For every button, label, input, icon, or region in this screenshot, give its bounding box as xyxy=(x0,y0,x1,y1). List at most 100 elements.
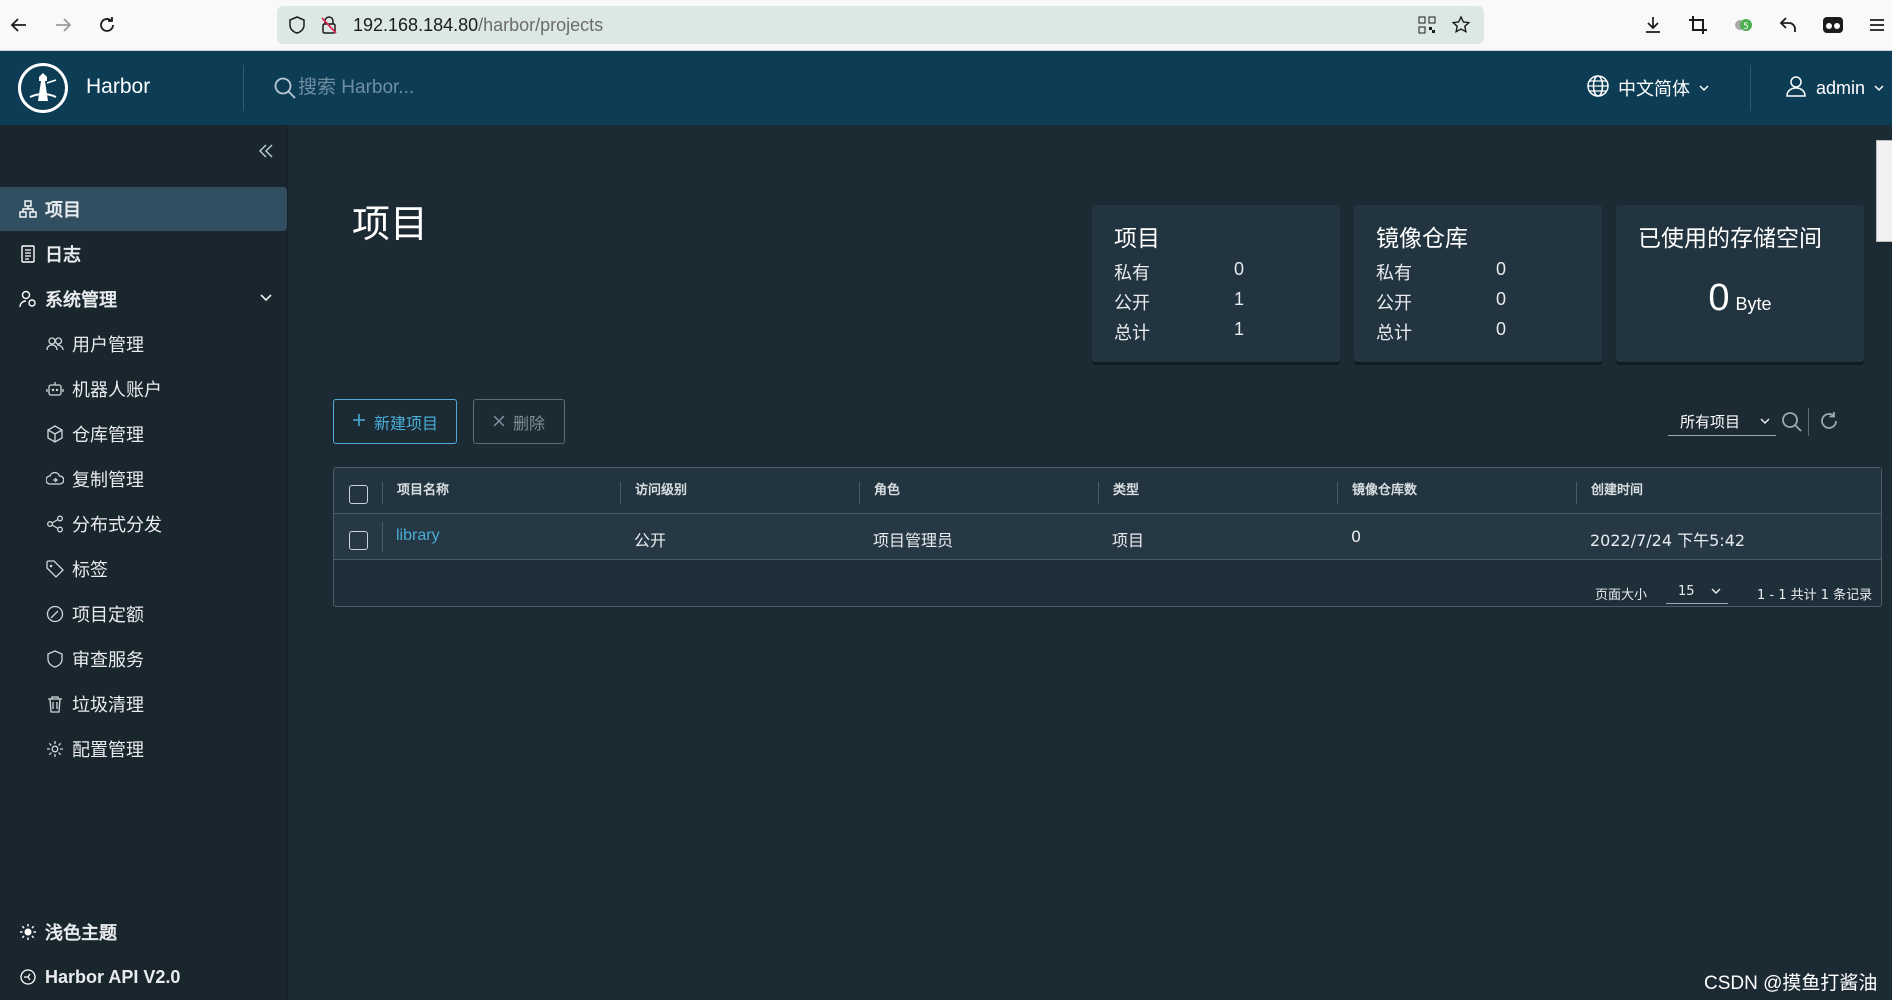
sidebar-item-replications[interactable]: 复制管理 xyxy=(0,457,288,501)
sidebar-item-logs[interactable]: 日志 xyxy=(0,232,288,276)
sidebar-item-registries[interactable]: 仓库管理 xyxy=(0,412,288,456)
sidebar-item-configuration[interactable]: 配置管理 xyxy=(0,727,288,771)
pagination-summary: 1 - 1 共计 1 条记录 xyxy=(1757,588,1873,603)
sidebar-item-label: 分布式分发 xyxy=(72,515,162,536)
theme-label: 浅色主题 xyxy=(45,923,117,944)
user-menu[interactable]: admin xyxy=(1784,73,1885,103)
tag-icon xyxy=(44,558,66,580)
app-title[interactable]: Harbor xyxy=(86,75,150,99)
menu-icon[interactable] xyxy=(1864,12,1890,38)
sidebar-item-label: 垃圾清理 xyxy=(72,695,144,716)
username: admin xyxy=(1816,77,1866,98)
sidebar-item-labels[interactable]: 标签 xyxy=(0,547,288,591)
extension-icon[interactable]: 5 xyxy=(1730,12,1756,38)
card-row-value: 1 xyxy=(1234,289,1245,309)
projects-icon xyxy=(17,198,39,220)
row-checkbox[interactable] xyxy=(349,531,368,550)
url-host: 192.168.184.80 xyxy=(353,15,479,35)
svg-text:5: 5 xyxy=(1743,22,1749,32)
global-search-input[interactable] xyxy=(298,68,898,108)
logs-icon xyxy=(17,243,39,265)
forward-icon[interactable] xyxy=(50,12,76,38)
globe-icon xyxy=(1586,74,1610,103)
theme-toggle[interactable]: 浅色主题 xyxy=(0,910,288,954)
sidebar-item-label: 项目定额 xyxy=(72,605,144,626)
card-row-label: 总计 xyxy=(1376,323,1412,344)
column-header-role[interactable]: 角色 xyxy=(859,482,1098,504)
insecure-lock-icon[interactable] xyxy=(319,15,339,35)
api-icon xyxy=(17,966,39,988)
delete-button[interactable]: 删除 xyxy=(473,399,565,444)
replication-icon xyxy=(44,468,66,490)
column-header-creation-time[interactable]: 创建时间 xyxy=(1576,482,1882,504)
storage-summary-card: 已使用的存储空间 0 Byte xyxy=(1616,205,1864,362)
plus-icon xyxy=(352,412,366,431)
column-header-access-level[interactable]: 访问级别 xyxy=(620,482,859,504)
new-project-button[interactable]: 新建项目 xyxy=(333,399,457,444)
reload-icon[interactable] xyxy=(94,12,120,38)
collapse-sidebar-icon[interactable] xyxy=(256,141,276,161)
glasses-icon[interactable] xyxy=(1820,12,1846,38)
card-row-value: 0 xyxy=(1496,259,1507,279)
refresh-icon[interactable] xyxy=(1818,410,1840,436)
toolbar-divider xyxy=(1808,408,1809,436)
harbor-logo-icon[interactable] xyxy=(18,63,68,113)
sidebar-item-projects[interactable]: 项目 xyxy=(0,187,287,231)
sidebar: 项目 日志 系统管理 用户管理 机器人账户 仓库管理 复制管理 分布式分发 标签… xyxy=(0,125,288,1000)
project-filter-select[interactable]: 所有项目 xyxy=(1668,408,1776,436)
url-text[interactable]: 192.168.184.80/harbor/projects xyxy=(353,15,603,36)
search-icon[interactable] xyxy=(1780,410,1804,438)
shield-icon[interactable] xyxy=(287,15,307,35)
creation-time-cell: 2022/7/24 下午5:42 xyxy=(1590,531,1746,550)
watermark: CSDN @摸鱼打酱油 xyxy=(1704,973,1878,994)
page-size-value: 15 xyxy=(1678,584,1695,599)
crop-icon[interactable] xyxy=(1685,12,1711,38)
chevron-down-icon xyxy=(258,290,274,311)
page-size-select[interactable]: 15 xyxy=(1666,580,1728,604)
sidebar-item-label: 用户管理 xyxy=(72,335,144,356)
project-name-link[interactable]: library xyxy=(396,527,440,545)
new-project-label: 新建项目 xyxy=(373,413,438,433)
sidebar-item-label: 机器人账户 xyxy=(72,380,162,401)
sidebar-item-users[interactable]: 用户管理 xyxy=(0,322,288,366)
column-header-name[interactable]: 项目名称 xyxy=(382,482,620,504)
language-label: 中文简体 xyxy=(1618,79,1690,100)
browser-toolbar: 192.168.184.80/harbor/projects 5 xyxy=(0,0,1892,51)
shield-icon xyxy=(44,648,66,670)
download-icon[interactable] xyxy=(1640,12,1666,38)
column-header-type[interactable]: 类型 xyxy=(1098,482,1337,504)
card-row-label: 私有 xyxy=(1376,263,1412,284)
card-title: 镜像仓库 xyxy=(1376,226,1468,252)
select-all-checkbox[interactable] xyxy=(349,485,368,504)
user-icon xyxy=(1784,74,1808,103)
sidebar-item-administration[interactable]: 系统管理 xyxy=(0,277,288,321)
floating-side-tab[interactable] xyxy=(1876,140,1892,242)
chevron-down-icon xyxy=(1698,78,1710,99)
qr-code-icon[interactable] xyxy=(1417,15,1437,35)
card-title: 已使用的存储空间 xyxy=(1638,226,1822,252)
column-header-repo-count[interactable]: 镜像仓库数 xyxy=(1337,482,1576,504)
address-bar[interactable]: 192.168.184.80/harbor/projects xyxy=(277,6,1484,44)
undo-icon[interactable] xyxy=(1775,12,1801,38)
bookmark-star-icon[interactable] xyxy=(1451,15,1471,35)
sidebar-item-robot-accounts[interactable]: 机器人账户 xyxy=(0,367,288,411)
sidebar-item-interrogation-services[interactable]: 审查服务 xyxy=(0,637,288,681)
type-cell: 项目 xyxy=(1112,531,1145,550)
language-selector[interactable]: 中文简体 xyxy=(1586,73,1710,103)
robot-icon xyxy=(44,378,66,400)
admin-icon xyxy=(17,288,39,310)
api-link[interactable]: Harbor API V2.0 xyxy=(0,955,288,999)
back-icon[interactable] xyxy=(6,12,32,38)
access-level-cell: 公开 xyxy=(634,531,667,550)
sidebar-item-label: 仓库管理 xyxy=(72,425,144,446)
repositories-summary-card: 镜像仓库 私有 0 公开 0 总计 0 xyxy=(1354,205,1602,362)
storage-value: 0 xyxy=(1708,277,1730,319)
sidebar-item-distribution[interactable]: 分布式分发 xyxy=(0,502,288,546)
sidebar-item-quotas[interactable]: 项目定额 xyxy=(0,592,288,636)
table-row[interactable]: library 公开 项目管理员 项目 0 2022/7/24 下午5:42 xyxy=(334,514,1881,560)
sidebar-item-label: 系统管理 xyxy=(45,290,117,311)
card-title: 项目 xyxy=(1114,226,1160,252)
card-row-label: 公开 xyxy=(1376,293,1412,314)
search-icon xyxy=(273,76,297,104)
sidebar-item-garbage-collection[interactable]: 垃圾清理 xyxy=(0,682,288,726)
